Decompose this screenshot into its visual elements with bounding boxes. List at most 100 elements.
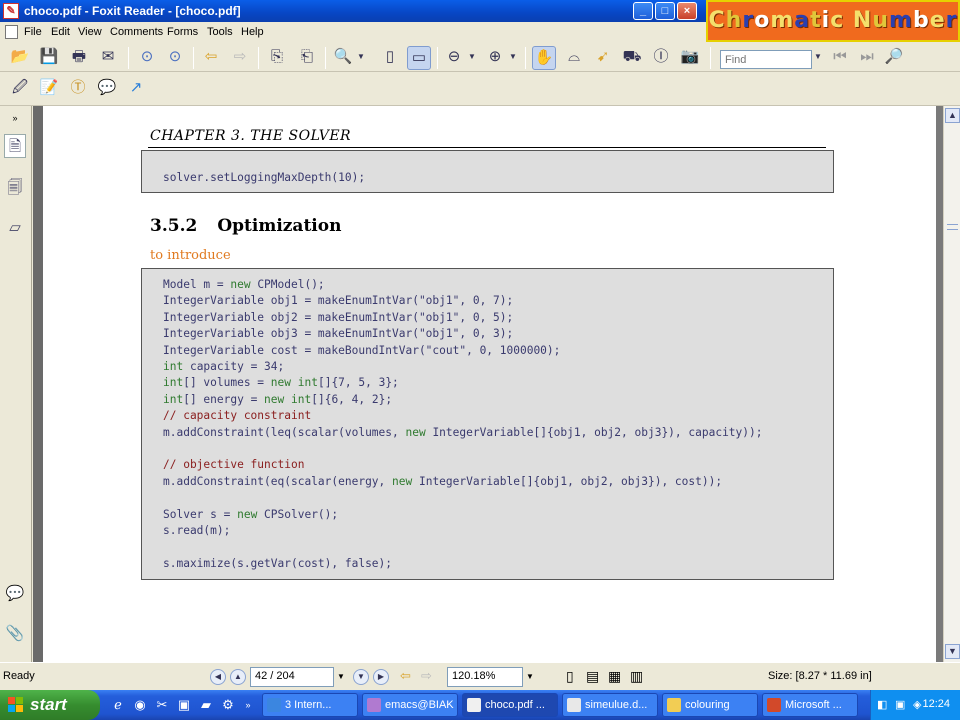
code-line: IntegerVariable obj3 = makeEnumIntVar("o… <box>163 327 514 341</box>
comment-icon[interactable]: 💬 <box>95 77 119 101</box>
comments-panel-icon[interactable]: 💬 <box>4 582 26 606</box>
single-page-icon[interactable]: ▯ <box>566 668 574 685</box>
menu-tools[interactable]: Tools <box>207 26 233 38</box>
continuous-facing-icon[interactable]: ▥ <box>630 668 643 685</box>
scroll-thumb[interactable] <box>947 224 958 230</box>
start-button[interactable]: start <box>0 690 100 720</box>
menu-edit[interactable]: Edit <box>51 26 70 38</box>
taskbar-item[interactable]: emacs@BIAK <box>362 693 458 717</box>
volume-icon[interactable]: ◈ <box>913 698 921 711</box>
status-text: Ready <box>3 670 35 682</box>
facing-icon[interactable]: ▦ <box>608 668 621 685</box>
forward-icon[interactable]: ⇨ <box>228 46 252 70</box>
quicklaunch-icon-3[interactable]: ✂ <box>154 697 170 713</box>
prev-page-icon[interactable]: ▲ <box>230 669 246 685</box>
section-title: Optimization <box>217 216 342 236</box>
next-page-icon[interactable]: ▼ <box>353 669 369 685</box>
last-page-icon[interactable]: ▶ <box>373 669 389 685</box>
menu-forms[interactable]: Forms <box>167 26 198 38</box>
panel-splitter[interactable] <box>33 106 43 662</box>
scroll-up-icon[interactable]: ▲ <box>945 108 960 123</box>
foxit-app-icon[interactable]: ✎ <box>3 3 19 19</box>
note-icon[interactable]: 📝 <box>37 77 61 101</box>
maximize-button[interactable]: □ <box>655 2 675 20</box>
taskbar-item[interactable]: 3 Intern... <box>262 693 358 717</box>
zoom-out-dropdown-icon[interactable]: ▼ <box>466 46 478 70</box>
intro-note: to introduce <box>150 248 231 263</box>
taskbar-item[interactable]: simeulue.d... <box>562 693 658 717</box>
select-icon[interactable]: ➹ <box>591 46 615 70</box>
code-line: IntegerVariable obj2 = makeEnumIntVar("o… <box>163 310 514 324</box>
camera-icon[interactable]: 📷 <box>678 46 702 70</box>
code-line: int[] volumes = new int[]{7, 5, 3}; <box>163 376 399 390</box>
zoom-icon[interactable]: 🔍 <box>331 46 355 70</box>
menu-file[interactable]: File <box>24 26 42 38</box>
quicklaunch-more-icon[interactable]: » <box>240 697 256 713</box>
attach-icon[interactable]: 🖉 <box>8 77 32 101</box>
scroll-down-icon[interactable]: ▼ <box>945 644 960 659</box>
quicklaunch-icon-6[interactable]: ⚙ <box>220 697 236 713</box>
insert-icon[interactable]: ⎗ <box>295 46 319 70</box>
find-previous-icon[interactable]: ⏮ <box>828 46 852 70</box>
find-next-icon[interactable]: ⏭ <box>855 46 879 70</box>
typewriter-icon[interactable]: Ⓣ <box>66 77 90 101</box>
folder-quicklaunch-icon[interactable]: ▰ <box>198 697 214 713</box>
taskbar-item[interactable]: Microsoft ... <box>762 693 858 717</box>
binoculars-icon[interactable]: ⛟ <box>620 46 644 70</box>
menu-help[interactable]: Help <box>241 26 264 38</box>
back-icon[interactable]: ⇦ <box>199 46 223 70</box>
tray-icon-2[interactable]: ▣ <box>895 698 905 711</box>
save-icon[interactable]: 💾 <box>37 46 61 70</box>
close-button[interactable]: × <box>677 2 697 20</box>
quicklaunch-icon-2[interactable]: ◉ <box>132 697 148 713</box>
minimize-button[interactable]: _ <box>633 2 653 20</box>
arrow-tool-icon[interactable]: ↗ <box>124 77 148 101</box>
hand-icon[interactable]: ✋ <box>532 46 556 70</box>
vertical-scrollbar[interactable]: ▲ ▼ <box>943 106 960 662</box>
page-down-icon[interactable]: ⊙ <box>163 46 187 70</box>
powerpoint-icon <box>767 698 781 712</box>
expand-panel-icon[interactable]: » <box>4 106 26 130</box>
page-dropdown-icon[interactable]: ▼ <box>334 668 348 686</box>
first-page-icon[interactable]: ◀ <box>210 669 226 685</box>
page-up-icon[interactable]: ⊙ <box>135 46 159 70</box>
start-label: start <box>30 695 67 714</box>
search-icon[interactable]: 🔎 <box>882 46 906 70</box>
find-input[interactable] <box>720 50 812 69</box>
text-select-icon[interactable]: Ⓘ <box>649 46 673 70</box>
taskbar-item[interactable]: colouring <box>662 693 758 717</box>
attachments-icon[interactable]: 📎 <box>4 622 26 646</box>
document-icon[interactable] <box>5 25 18 39</box>
ie-quicklaunch-icon[interactable]: ℯ <box>110 697 126 713</box>
code-line: s.read(m); <box>163 524 231 537</box>
fit-width-icon[interactable]: ▭ <box>407 46 431 70</box>
menu-comments[interactable]: Comments <box>110 26 163 38</box>
zoom-field[interactable]: 120.18% <box>447 667 523 687</box>
status-forward-icon[interactable]: ⇨ <box>421 668 432 684</box>
code-line: Model m = new CPModel(); <box>163 278 325 291</box>
bookmarks-icon[interactable]: 🗎 <box>4 134 26 158</box>
layers-icon[interactable]: ▱ <box>4 216 26 240</box>
continuous-icon[interactable]: ▤ <box>586 668 599 685</box>
snapshot-icon[interactable]: ⌓ <box>562 46 586 70</box>
cmd-quicklaunch-icon[interactable]: ▣ <box>176 697 192 713</box>
page-number-field[interactable]: 42 / 204 <box>250 667 334 687</box>
zoom-in-icon[interactable]: ⊕ <box>483 46 507 70</box>
status-back-icon[interactable]: ⇦ <box>400 668 411 684</box>
find-dropdown-icon[interactable]: ▼ <box>812 46 824 70</box>
print-icon[interactable]: 🖶 <box>67 46 91 70</box>
clock: 12:24 <box>922 698 950 710</box>
taskbar-item-active[interactable]: choco.pdf ... <box>462 693 558 717</box>
menu-view[interactable]: View <box>78 26 102 38</box>
tray-icon-1[interactable]: ◧ <box>877 698 887 711</box>
extract-icon[interactable]: ⎘ <box>265 46 289 70</box>
email-icon[interactable]: ✉ <box>96 46 120 70</box>
fit-page-icon[interactable]: ▯ <box>378 46 402 70</box>
zoom-field-dropdown-icon[interactable]: ▼ <box>523 668 537 686</box>
open-icon[interactable]: 📂 <box>8 46 32 70</box>
pages-icon[interactable]: 🗐 <box>4 176 26 200</box>
zoom-in-dropdown-icon[interactable]: ▼ <box>507 46 519 70</box>
zoom-out-icon[interactable]: ⊖ <box>442 46 466 70</box>
zoom-dropdown-icon[interactable]: ▼ <box>355 46 367 70</box>
ie-icon <box>267 698 281 712</box>
